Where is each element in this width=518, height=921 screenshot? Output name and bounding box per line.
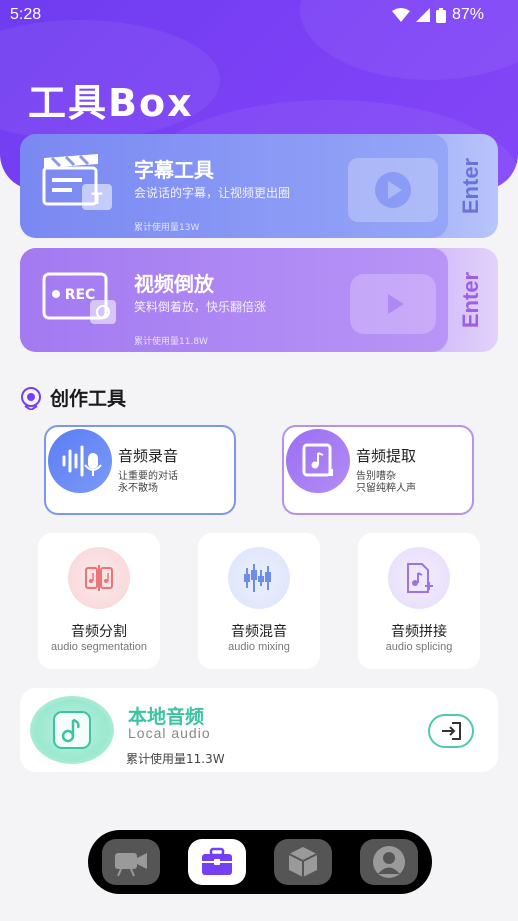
svg-text:T: T [92, 189, 103, 208]
card-usage: 累计使用量11.8W [134, 337, 208, 347]
microphone-waveform-icon [62, 445, 102, 477]
tool-title: 音频分割 [71, 624, 127, 640]
tool-subtitle: audio segmentation [50, 641, 147, 653]
card-subtitle: 笑料倒着放，快乐翻倍涨 [134, 300, 267, 314]
local-audio-card[interactable]: 本地音频 Local audio 累计使用量11.3W [20, 688, 498, 772]
extract-icon-bg [286, 429, 350, 493]
status-time: 5:28 [10, 6, 42, 23]
video-reverse-card[interactable]: REC 视频倒放 笑料倒着放，快乐翻倍涨 累计使用量11.8W Enter [20, 248, 498, 352]
nav-box-button[interactable] [274, 839, 332, 885]
card-subtitle: 告别嘈杂 只留纯粹人声 [356, 471, 416, 495]
nav-profile-button[interactable] [360, 839, 418, 885]
splice-icon-bg [388, 547, 450, 609]
section-header: 创作工具 [20, 384, 126, 411]
toolbox-icon [202, 847, 232, 875]
profile-icon [373, 846, 405, 878]
enter-button[interactable]: Enter [456, 248, 486, 352]
audio-mix-icon [244, 564, 271, 592]
split-icon-bg [68, 547, 130, 609]
signal-icon [415, 8, 430, 22]
card-subtitle-line: 让重要的对话 [118, 471, 178, 482]
card-body: REC 视频倒放 笑料倒着放，快乐翻倍涨 累计使用量11.8W [20, 248, 448, 352]
mix-icon-bg [228, 547, 290, 609]
nav-toolbox-button[interactable] [188, 839, 246, 885]
tool-subtitle: audio splicing [385, 641, 453, 653]
login-arrow-icon [442, 722, 461, 740]
rec-reverse-icon: REC [42, 272, 116, 324]
tool-subtitle: audio mixing [228, 641, 290, 653]
local-audio-icon-bg [30, 696, 114, 764]
local-audio-subtitle: Local audio [128, 725, 211, 741]
music-note-icon [53, 711, 91, 749]
card-body: T 字幕工具 会说话的字幕，让视频更出圈 累计使用量13W [20, 134, 448, 238]
audio-split-card[interactable]: 音频分割 audio segmentation [38, 533, 160, 669]
tool-title: 音频混音 [231, 624, 287, 640]
tool-title: 音频拼接 [391, 624, 447, 640]
enter-button[interactable]: Enter [456, 134, 486, 238]
subtitle-tool-card[interactable]: T 字幕工具 会说话的字幕，让视频更出圈 累计使用量13W Enter [20, 134, 498, 238]
card-subtitle-line: 告别嘈杂 [356, 471, 396, 482]
bottom-navigation [88, 830, 432, 894]
music-file-icon [302, 443, 333, 477]
clapperboard-icon: T [42, 154, 112, 210]
enter-label: Enter [458, 157, 483, 215]
card-title: 音频提取 [356, 447, 417, 465]
wifi-icon [391, 8, 410, 22]
record-icon-bg [48, 429, 112, 493]
svg-text:REC: REC [65, 287, 96, 303]
audio-splice-card[interactable]: 音频拼接 audio splicing [358, 533, 480, 669]
video-camera-icon [115, 853, 147, 877]
audio-mix-card[interactable]: 音频混音 audio mixing [198, 533, 320, 669]
audio-extract-card[interactable]: 音频提取 告别嘈杂 只留纯粹人声 [282, 425, 474, 515]
audio-split-icon [85, 565, 113, 591]
card-subtitle-line: 只留纯粹人声 [356, 483, 416, 494]
nav-video-button[interactable] [102, 839, 160, 885]
battery-icon [435, 7, 446, 23]
local-audio-usage: 累计使用量11.3W [126, 752, 225, 766]
card-subtitle: 让重要的对话 永不散场 [118, 471, 178, 495]
audio-splice-icon [407, 563, 433, 593]
open-local-audio-button[interactable] [428, 714, 474, 748]
section-title: 创作工具 [50, 388, 127, 410]
play-video-decoration-icon [348, 158, 438, 222]
battery-level: 87% [451, 6, 484, 23]
app-title: 工具Box [28, 81, 194, 125]
card-title: 字幕工具 [134, 158, 214, 182]
target-icon [21, 386, 41, 410]
status-bar: 5:28 87% [0, 0, 518, 30]
card-subtitle-line: 永不散场 [118, 483, 158, 494]
box-icon [288, 847, 318, 877]
enter-label: Enter [458, 271, 483, 329]
card-title: 音频录音 [118, 447, 179, 465]
audio-record-card[interactable]: 音频录音 让重要的对话 永不散场 [44, 425, 236, 515]
play-video-decoration-icon [350, 274, 436, 334]
card-usage: 累计使用量13W [134, 223, 200, 233]
card-title: 视频倒放 [134, 272, 214, 296]
card-subtitle: 会说话的字幕，让视频更出圈 [134, 186, 291, 200]
